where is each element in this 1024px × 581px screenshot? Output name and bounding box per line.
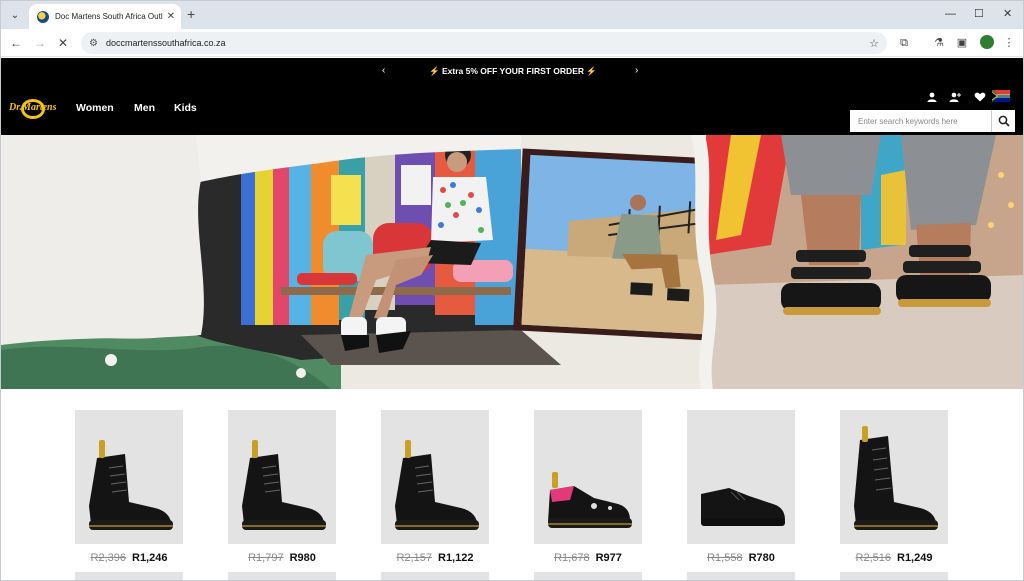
back-icon[interactable]: ← [7,34,25,52]
original-price: R1,678 [554,552,590,564]
product-image[interactable] [381,410,489,544]
sale-price: R1,246 [132,552,168,564]
minimize-icon[interactable]: — [945,7,956,21]
search-input[interactable] [850,110,991,132]
search-button[interactable] [991,110,1015,132]
account-icon[interactable] [926,91,938,103]
product-grid: R2,396 R1,246 R1,797 R980 R2,157 R1,122 … [1,389,1023,580]
url-text[interactable]: doccmartenssouthafrica.co.za [106,38,869,48]
product-image[interactable] [75,410,183,544]
product-card-next-row[interactable] [534,572,642,580]
site-logo[interactable]: Dr.Martens [7,94,57,122]
product-card-5[interactable]: R1,558 R780 [687,410,795,565]
south-africa-flag-icon[interactable] [992,90,1010,102]
product-image[interactable] [228,410,336,544]
product-card-next-row[interactable] [228,572,336,580]
original-price: R1,797 [248,552,284,564]
product-image[interactable] [840,410,948,544]
browser-toolbar: ← → ✕ ⚙ doccmartenssouthafrica.co.za ☆ ⧉… [1,29,1023,57]
product-image[interactable] [687,410,795,544]
product-card-6[interactable]: R2,516 R1,249 [840,410,948,565]
address-bar[interactable]: ⚙ doccmartenssouthafrica.co.za ☆ [81,32,887,54]
hero-image [1,135,1023,389]
sale-price: R980 [289,552,316,564]
promo-banner: ⚡ Extra 5% OFF YOUR FIRST ORDER ⚡ [429,66,597,76]
svg-text:Dr.Martens: Dr.Martens [8,102,57,113]
original-price: R2,157 [396,552,432,564]
promo-next-icon[interactable]: › [635,64,638,78]
product-card-2[interactable]: R1,797 R980 [228,410,336,565]
sale-price: R1,249 [897,552,933,564]
search-icon [998,115,1010,127]
profile-avatar[interactable] [980,35,994,49]
nav-kids[interactable]: Kids [174,102,197,114]
tab-close-icon[interactable]: ✕ [167,11,175,22]
tab-title: Doc Martens South Africa Outl [55,12,163,21]
forward-icon[interactable]: → [31,34,49,52]
wishlist-heart-icon[interactable] [974,91,986,103]
tab-strip: ⌄ Doc Martens South Africa Outl ✕ + — ☐ … [1,1,1023,29]
bookmark-star-icon[interactable]: ☆ [869,37,879,50]
window-close-icon[interactable]: ✕ [1003,7,1012,21]
menu-kebab-icon[interactable]: ⋮ [1001,35,1017,51]
product-card-next-row[interactable] [840,572,948,580]
product-card-1[interactable]: R2,396 R1,246 [75,410,183,565]
product-card-next-row[interactable] [687,572,795,580]
site-info-icon[interactable]: ⚙ [89,38,98,49]
product-card-3[interactable]: R2,157 R1,122 [381,410,489,565]
original-price: R2,516 [855,552,891,564]
sale-price: R1,122 [438,552,474,564]
product-card-next-row[interactable] [381,572,489,580]
labs-icon[interactable]: ⚗ [931,35,947,51]
extensions-icon[interactable]: ⧉ [896,35,912,51]
side-panel-icon[interactable]: ▣ [954,35,970,51]
tab-search-icon[interactable]: ⌄ [6,6,24,24]
nav-women[interactable]: Women [76,102,114,114]
register-icon[interactable] [949,91,961,103]
hero-banner[interactable] [1,135,1023,389]
search-box [850,110,1015,132]
original-price: R2,396 [90,552,126,564]
favicon-icon [37,10,49,23]
nav-men[interactable]: Men [134,102,155,114]
original-price: R1,558 [707,552,743,564]
sale-price: R977 [595,552,622,564]
active-tab[interactable]: Doc Martens South Africa Outl ✕ [29,4,181,29]
stop-loading-icon[interactable]: ✕ [54,34,72,52]
browser-window: ⌄ Doc Martens South Africa Outl ✕ + — ☐ … [0,0,1024,581]
product-card-next-row[interactable] [75,572,183,580]
sale-price: R780 [748,552,775,564]
product-image[interactable] [534,410,642,544]
new-tab-icon[interactable]: + [187,6,195,22]
product-card-4[interactable]: R1,678 R977 [534,410,642,565]
maximize-icon[interactable]: ☐ [974,7,984,21]
